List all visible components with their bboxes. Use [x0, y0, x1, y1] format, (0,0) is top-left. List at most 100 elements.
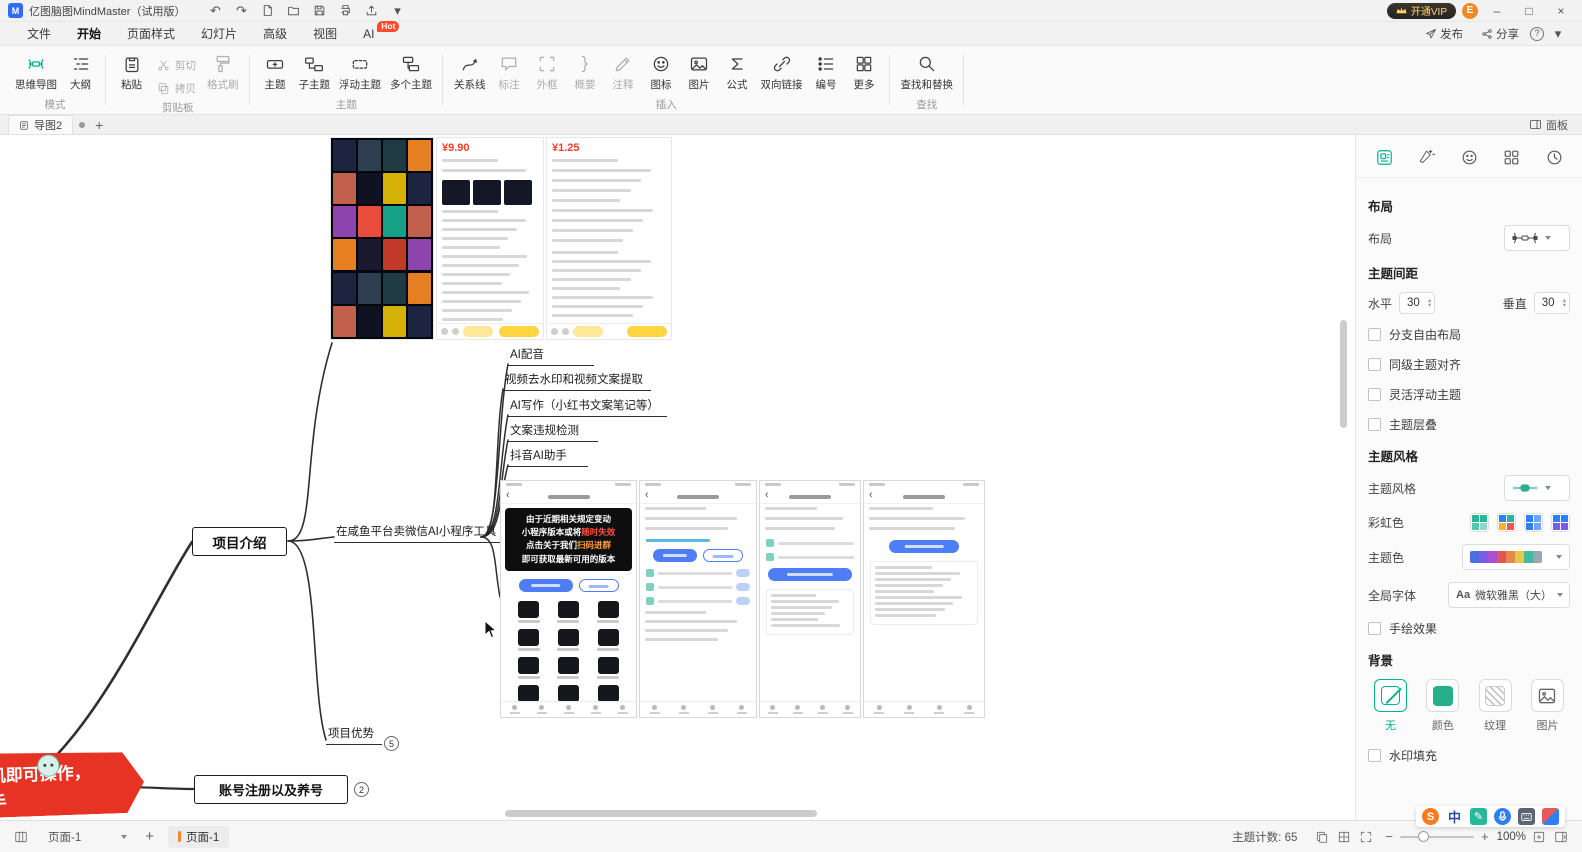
mindmap-canvas[interactable]: ¥9.90 ¥1.25 项目介绍 在咸鱼平台卖微信AI小程序工具 AI配音 视频… [0, 135, 1355, 820]
checkbox-free-branch-layout[interactable]: 分支自由布局 [1368, 326, 1570, 343]
emoji-panel-icon[interactable] [1457, 145, 1481, 169]
bg-option-texture[interactable]: 纹理 [1479, 679, 1512, 733]
bg-option-color[interactable]: 颜色 [1426, 679, 1459, 733]
theme-color-dropdown[interactable] [1462, 544, 1570, 570]
vip-upgrade-button[interactable]: 开通VIP [1387, 3, 1456, 19]
phone-screenshots-image[interactable]: 由于近期相关规定变动 小程序版本或将随时失效 点击关于我们扫码进群 即可获取最新… [500, 480, 985, 718]
topic-ai-writing[interactable]: AI写作（小红书文案笔记等） [508, 397, 667, 417]
formula-button[interactable]: 公式 [719, 49, 756, 95]
add-page-button[interactable]: + [145, 828, 154, 845]
redo-icon[interactable]: ↷ [231, 2, 251, 20]
horizontal-spacing-stepper[interactable]: 30 ▴▾ [1399, 292, 1435, 314]
checkbox-flexible-floating[interactable]: 灵活浮动主题 [1368, 386, 1570, 403]
page-tab[interactable]: 页面-1 [168, 826, 229, 848]
numbering-button[interactable]: 编号 [808, 49, 845, 95]
topic-watermark-removal[interactable]: 视频去水印和视频文案提取 [503, 371, 651, 391]
checkbox-sibling-align[interactable]: 同级主题对齐 [1368, 356, 1570, 373]
widgets-panel-icon[interactable] [1500, 145, 1524, 169]
rainbow-option-4[interactable] [1551, 513, 1570, 532]
expand-panel-icon[interactable] [1550, 827, 1572, 847]
pages-panel-icon[interactable] [1311, 827, 1333, 847]
summary-button[interactable]: 概要 [567, 49, 604, 95]
relationship-line-button[interactable]: 关系线 [450, 49, 490, 95]
canvas-vertical-scrollbar[interactable] [1340, 320, 1347, 428]
quick-access-chevron-icon[interactable]: ▾ [387, 2, 407, 20]
sogou-logo-icon[interactable]: S [1422, 808, 1439, 825]
new-document-icon[interactable] [257, 2, 277, 20]
chinese-mode-icon[interactable]: 中 [1446, 808, 1463, 825]
collapse-ribbon-chevron-icon[interactable]: ▾ [1548, 25, 1568, 43]
rainbow-option-1[interactable] [1470, 513, 1489, 532]
subtopic-button[interactable]: 子主题 [295, 49, 335, 95]
panel-toggle-button[interactable]: 面板 [1529, 117, 1574, 133]
floating-topic-button[interactable]: 浮动主题 [335, 49, 385, 95]
menu-tab-ai[interactable]: AIHot [350, 25, 387, 43]
topic-main-branch[interactable]: 在咸鱼平台卖微信AI小程序工具 [334, 523, 504, 543]
fullscreen-icon[interactable] [1355, 827, 1377, 847]
export-icon[interactable] [361, 2, 381, 20]
zoom-percentage[interactable]: 100% [1497, 831, 1526, 843]
layout-dropdown[interactable] [1504, 225, 1570, 251]
menu-tab-home[interactable]: 开始 [64, 23, 114, 44]
more-insert-button[interactable]: 更多 [846, 49, 883, 95]
rainbow-option-2[interactable] [1497, 513, 1516, 532]
topic-project-advantage[interactable]: 项目优势 [326, 725, 382, 745]
callout-button[interactable]: 标注 [491, 49, 528, 95]
marketplace-screenshots-image[interactable]: ¥9.90 ¥1.25 [330, 137, 672, 340]
topic-button[interactable]: 主题 [257, 49, 294, 95]
red-banner-topic[interactable]: 机即可操作， 手 [0, 748, 145, 817]
menu-tab-file[interactable]: 文件 [14, 23, 64, 44]
minimize-button[interactable]: – [1484, 2, 1510, 20]
canvas-horizontal-scrollbar[interactable] [505, 810, 817, 817]
pen-tool-icon[interactable]: ✎ [1470, 808, 1487, 825]
zoom-in-icon[interactable]: + [1481, 829, 1489, 844]
grid-view-icon[interactable] [1333, 827, 1355, 847]
image-insert-button[interactable]: 图片 [681, 49, 718, 95]
find-replace-button[interactable]: 查找和替换 [897, 49, 958, 95]
mindmap-mode-button[interactable]: 思维导图 [11, 49, 61, 95]
keyboard-icon[interactable] [1518, 808, 1535, 825]
share-button[interactable]: 分享 [1474, 24, 1526, 44]
zoom-slider-knob[interactable] [1418, 831, 1429, 842]
note-button[interactable]: 注释 [605, 49, 642, 95]
checkbox-sketch-effect[interactable]: 手绘效果 [1368, 620, 1570, 637]
menu-tab-page-style[interactable]: 页面样式 [114, 23, 188, 44]
save-icon[interactable] [309, 2, 329, 20]
format-painter-button[interactable]: 格式刷 [203, 49, 243, 95]
close-button[interactable]: × [1548, 2, 1574, 20]
topic-compliance-check[interactable]: 文案违规检测 [508, 422, 598, 442]
help-icon[interactable]: ? [1530, 27, 1544, 41]
document-tab[interactable]: 导图2 [8, 115, 73, 134]
topic-project-intro[interactable]: 项目介绍 [192, 527, 287, 556]
page-selector-dropdown[interactable]: 页面-1 [40, 827, 135, 847]
collapse-badge-advantage[interactable]: 5 [384, 736, 399, 751]
print-icon[interactable] [335, 2, 355, 20]
boundary-button[interactable]: 外框 [529, 49, 566, 95]
mic-icon[interactable] [1494, 808, 1511, 825]
fit-screen-icon[interactable] [1528, 827, 1550, 847]
vertical-spacing-stepper[interactable]: 30 ▴▾ [1534, 292, 1570, 314]
zoom-out-icon[interactable]: − [1385, 829, 1393, 844]
maximize-button[interactable]: □ [1516, 2, 1542, 20]
cut-button[interactable]: 剪切 [151, 56, 202, 75]
rainbow-option-3[interactable] [1524, 513, 1543, 532]
bg-option-image[interactable]: 图片 [1531, 679, 1564, 733]
undo-icon[interactable]: ↶ [205, 2, 225, 20]
toolbox-icon[interactable] [1542, 808, 1559, 825]
user-avatar[interactable]: E [1462, 3, 1478, 19]
outline-mode-button[interactable]: 大纲 [62, 49, 99, 95]
zoom-slider[interactable] [1400, 836, 1474, 838]
new-tab-button[interactable]: + [95, 117, 103, 133]
copy-button[interactable]: 拷贝 [151, 79, 202, 98]
theme-style-dropdown[interactable] [1504, 475, 1570, 501]
stepper-arrows-icon[interactable]: ▴▾ [1428, 298, 1431, 308]
topic-account-register[interactable]: 账号注册以及养号 [194, 775, 348, 804]
checkbox-topic-overlap[interactable]: 主题层叠 [1368, 416, 1570, 433]
icon-insert-button[interactable]: 图标 [643, 49, 680, 95]
bg-option-none[interactable]: 无 [1374, 679, 1407, 733]
global-font-dropdown[interactable]: Aa 微软雅黑（大） [1448, 582, 1570, 608]
menu-tab-slides[interactable]: 幻灯片 [188, 23, 250, 44]
paste-button[interactable]: 粘贴 [113, 49, 150, 95]
board-view-icon[interactable] [10, 827, 32, 847]
open-folder-icon[interactable] [283, 2, 303, 20]
